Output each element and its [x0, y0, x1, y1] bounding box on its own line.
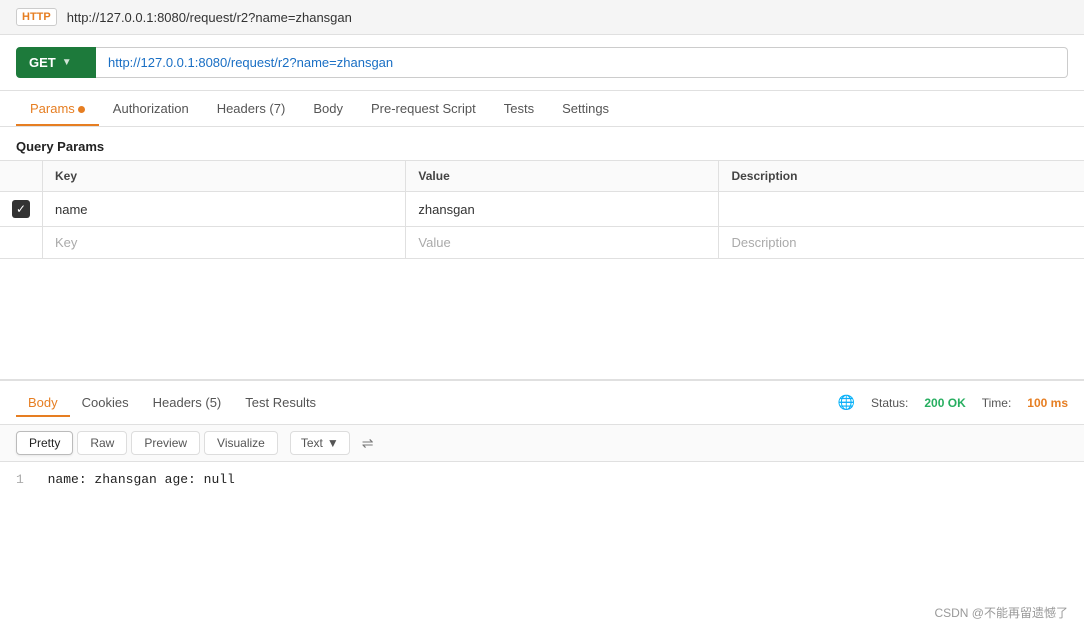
- response-status-bar: 🌐 Status: 200 OK Time: 100 ms: [838, 394, 1068, 411]
- method-select[interactable]: GET ▼: [16, 47, 96, 78]
- empty-value[interactable]: Value: [406, 227, 719, 259]
- tab-body[interactable]: Body: [299, 91, 357, 126]
- tab-authorization[interactable]: Authorization: [99, 91, 203, 126]
- method-label: GET: [29, 55, 56, 70]
- response-tab-headers[interactable]: Headers (5): [141, 389, 234, 416]
- watermark: CSDN @不能再留遗憾了: [934, 604, 1068, 621]
- col-header-value: Value: [406, 161, 719, 192]
- request-tabs: Params Authorization Headers (7) Body Pr…: [0, 91, 1084, 127]
- text-format-label: Text: [301, 436, 323, 450]
- col-header-description: Description: [719, 161, 1084, 192]
- empty-checkbox[interactable]: [0, 227, 43, 259]
- request-bar: GET ▼: [0, 35, 1084, 91]
- raw-button[interactable]: Raw: [77, 431, 127, 455]
- response-tab-cookies[interactable]: Cookies: [70, 389, 141, 416]
- row-description[interactable]: [719, 192, 1084, 227]
- response-tabs-bar: Body Cookies Headers (5) Test Results 🌐 …: [0, 379, 1084, 425]
- preview-button[interactable]: Preview: [131, 431, 200, 455]
- response-content: name: zhansgan age: null: [48, 472, 235, 487]
- tab-params[interactable]: Params: [16, 91, 99, 126]
- text-format-select[interactable]: Text ▼: [290, 431, 350, 455]
- row-value[interactable]: zhansgan: [406, 192, 719, 227]
- response-toolbar: Pretty Raw Preview Visualize Text ▼ ⇌: [0, 425, 1084, 462]
- tab-settings[interactable]: Settings: [548, 91, 623, 126]
- time-value: 100 ms: [1027, 396, 1068, 410]
- spacer: [0, 259, 1084, 379]
- response-tab-test-results[interactable]: Test Results: [233, 389, 328, 416]
- col-header-check: [0, 161, 43, 192]
- response-section: Body Cookies Headers (5) Test Results 🌐 …: [0, 379, 1084, 497]
- wrap-icon[interactable]: ⇌: [362, 435, 374, 452]
- pretty-button[interactable]: Pretty: [16, 431, 73, 455]
- http-badge: HTTP: [16, 8, 57, 26]
- tab-pre-request-script[interactable]: Pre-request Script: [357, 91, 490, 126]
- response-body: 1 name: zhansgan age: null: [0, 462, 1084, 497]
- params-table: Key Value Description ✓ name zhansgan Ke…: [0, 160, 1084, 259]
- table-row: ✓ name zhansgan: [0, 192, 1084, 227]
- text-chevron-icon: ▼: [327, 436, 339, 450]
- chevron-down-icon: ▼: [62, 57, 72, 68]
- globe-icon: 🌐: [838, 394, 855, 411]
- tab-headers[interactable]: Headers (7): [203, 91, 300, 126]
- query-params-label: Query Params: [0, 127, 1084, 160]
- url-input[interactable]: [96, 47, 1068, 78]
- response-tab-body[interactable]: Body: [16, 389, 70, 416]
- time-label: Time:: [982, 396, 1012, 410]
- line-number: 1: [16, 472, 24, 487]
- checkbox-checked-icon: ✓: [12, 200, 30, 218]
- top-url: http://127.0.0.1:8080/request/r2?name=zh…: [67, 10, 352, 25]
- tab-tests[interactable]: Tests: [490, 91, 548, 126]
- row-key[interactable]: name: [43, 192, 406, 227]
- status-value: 200 OK: [924, 396, 965, 410]
- params-dot: [78, 106, 85, 113]
- top-bar: HTTP http://127.0.0.1:8080/request/r2?na…: [0, 0, 1084, 35]
- empty-description[interactable]: Description: [719, 227, 1084, 259]
- visualize-button[interactable]: Visualize: [204, 431, 278, 455]
- status-label: Status:: [871, 396, 908, 410]
- col-header-key: Key: [43, 161, 406, 192]
- empty-key[interactable]: Key: [43, 227, 406, 259]
- row-checkbox[interactable]: ✓: [0, 192, 43, 227]
- table-row-empty: Key Value Description: [0, 227, 1084, 259]
